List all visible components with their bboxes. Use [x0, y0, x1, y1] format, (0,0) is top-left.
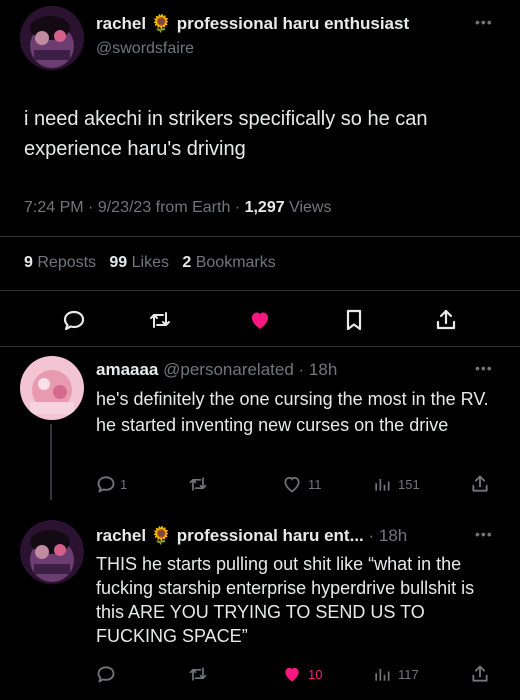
likes-stat[interactable]: 99 Likes: [109, 254, 169, 271]
bookmark-icon[interactable]: [342, 308, 366, 332]
repost-icon[interactable]: [148, 308, 172, 332]
view-count: 117: [398, 667, 419, 682]
reply-age[interactable]: · 18h: [369, 526, 408, 545]
tweet-time: 7:24 PM: [24, 199, 84, 216]
share-icon[interactable]: [470, 664, 490, 684]
display-name-suffix[interactable]: professional haru enthusiast: [177, 14, 409, 33]
share-icon[interactable]: [434, 308, 458, 332]
repost-icon[interactable]: [188, 664, 208, 684]
avatar[interactable]: [20, 6, 84, 70]
avatar-image: [20, 6, 84, 70]
heart-icon[interactable]: [282, 474, 302, 494]
reposts-stat[interactable]: 9 Reposts: [24, 254, 96, 271]
views-label: Views: [289, 199, 332, 216]
handle[interactable]: @swordsfaire: [96, 40, 194, 58]
bookmarks-stat[interactable]: 2 Bookmarks: [182, 254, 275, 271]
heart-icon[interactable]: [248, 308, 272, 332]
sunflower-icon: 🌻: [150, 526, 172, 545]
handle[interactable]: @personarelated: [163, 360, 294, 379]
views-icon[interactable]: [372, 664, 392, 684]
tweet-date: 9/23/23 from Earth: [97, 199, 231, 216]
repost-icon[interactable]: [188, 474, 208, 494]
share-icon[interactable]: [470, 474, 490, 494]
like-count: 11: [308, 477, 322, 492]
display-name[interactable]: rachel: [96, 526, 146, 545]
sunflower-icon: 🌻: [150, 14, 172, 33]
like-count: 10: [308, 667, 323, 682]
reply-text: he's definitely the one cursing the most…: [96, 389, 489, 435]
reply-author-line: rachel 🌻 professional haru ent... · 18h: [96, 526, 407, 546]
more-options-icon[interactable]: •••: [475, 526, 493, 542]
more-options-icon[interactable]: •••: [475, 14, 493, 30]
display-name[interactable]: amaaaa: [96, 360, 158, 379]
avatar[interactable]: [20, 356, 84, 420]
reply-author-line: amaaaa @personarelated · 18h: [96, 360, 337, 380]
timestamp-line: 7:24 PM · 9/23/23 from Earth · 1,297 Vie…: [24, 199, 332, 216]
display-name-suffix[interactable]: professional haru ent...: [177, 526, 364, 545]
thread-line: [50, 424, 52, 500]
heart-icon[interactable]: [282, 664, 302, 684]
reply-count: 1: [120, 477, 128, 492]
stats-line: 9 Reposts 99 Likes 2 Bookmarks: [24, 254, 276, 272]
display-name[interactable]: rachel: [96, 14, 146, 33]
avatar-image: [20, 520, 84, 584]
author-line: rachel 🌻 professional haru enthusiast: [96, 14, 409, 34]
reply-text: THIS he starts pulling out shit like “wh…: [96, 554, 475, 646]
reply-age[interactable]: · 18h: [299, 360, 338, 379]
tweet-text: i need akechi in strikers specifically s…: [24, 108, 428, 160]
more-options-icon[interactable]: •••: [475, 360, 493, 376]
avatar[interactable]: [20, 520, 84, 584]
avatar-image: [20, 356, 84, 420]
views-icon[interactable]: [372, 474, 392, 494]
reply-icon[interactable]: [62, 308, 86, 332]
view-count: 151: [398, 477, 420, 492]
reply-icon[interactable]: [96, 664, 116, 684]
reply-icon[interactable]: [96, 474, 116, 494]
views-count: 1,297: [244, 199, 285, 216]
